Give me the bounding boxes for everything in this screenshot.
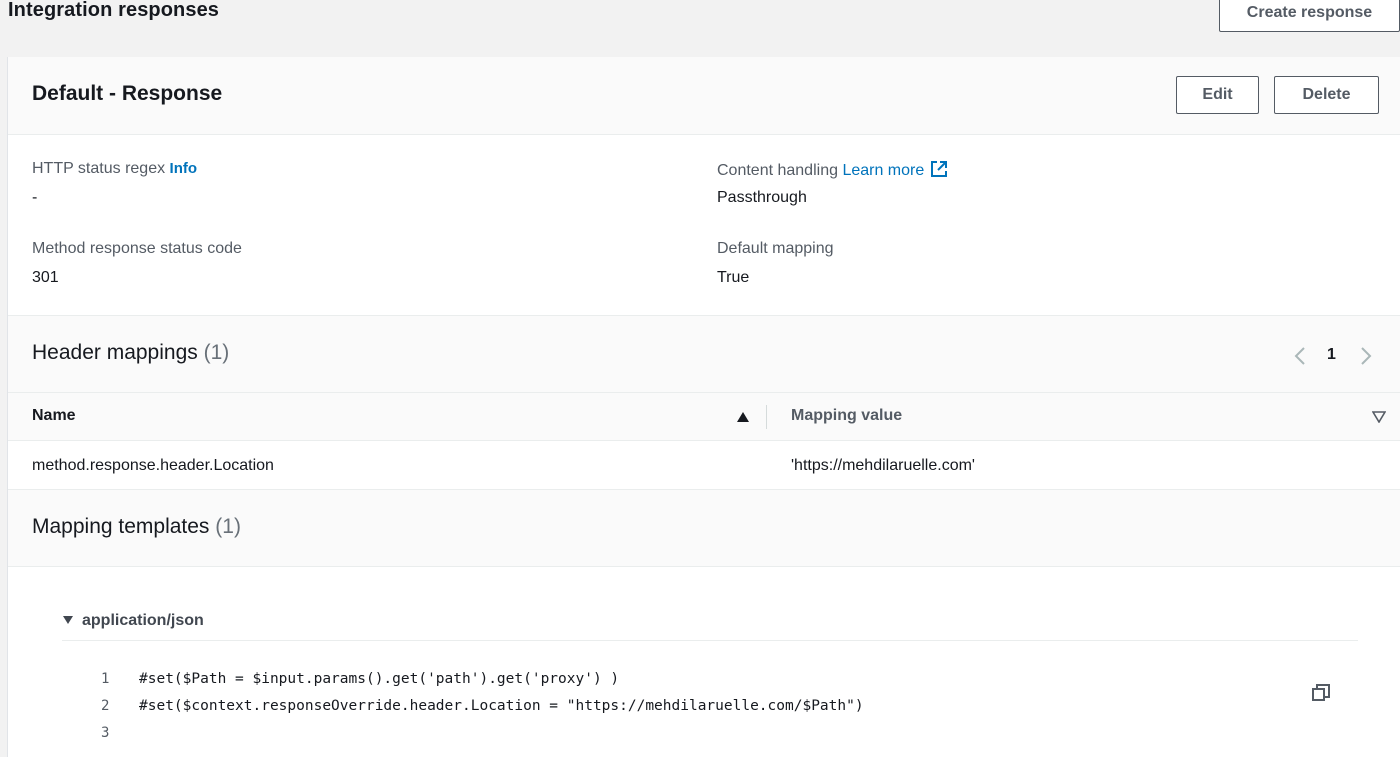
line-number: 2 xyxy=(101,698,110,714)
template-divider xyxy=(62,640,1358,641)
chevron-left-icon[interactable] xyxy=(1292,346,1308,371)
delete-button[interactable]: Delete xyxy=(1274,76,1379,114)
mapping-value-cell: 'https://mehdilaruelle.com' xyxy=(791,457,975,474)
default-mapping-label: Default mapping xyxy=(717,240,834,257)
template-expand-toggle[interactable]: application/json xyxy=(62,612,204,630)
header-mappings-title: Header mappings (1) xyxy=(32,341,230,364)
status-regex-label: HTTP status regex xyxy=(32,160,166,177)
method-status-value: 301 xyxy=(32,269,59,286)
mapping-name-cell: method.response.header.Location xyxy=(32,457,274,474)
copy-icon[interactable] xyxy=(1311,683,1331,708)
external-link-icon xyxy=(930,160,948,183)
edit-button[interactable]: Edit xyxy=(1176,76,1259,114)
create-response-button[interactable]: Create response xyxy=(1219,0,1400,32)
content-handling-field: Content handling Learn more xyxy=(717,160,948,183)
pagination-page[interactable]: 1 xyxy=(1327,346,1336,364)
method-status-label: Method response status code xyxy=(32,240,242,257)
mapping-templates-count: (1) xyxy=(215,515,241,538)
header-mappings-count: (1) xyxy=(203,341,230,364)
column-mapping-value[interactable]: Mapping value xyxy=(791,407,902,425)
content-handling-label: Content handling xyxy=(717,162,838,179)
default-mapping-value: True xyxy=(717,269,750,286)
page-title: Integration responses xyxy=(8,0,220,21)
code-line: #set($context.responseOverride.header.Lo… xyxy=(139,698,864,714)
mapping-templates-title: Mapping templates (1) xyxy=(32,515,241,538)
caret-down-icon xyxy=(62,612,74,630)
column-name[interactable]: Name xyxy=(32,407,76,425)
line-number: 3 xyxy=(101,725,110,741)
status-regex-info-link[interactable]: Info xyxy=(170,160,198,177)
mapping-templates-header: Mapping templates (1) xyxy=(8,489,1400,567)
response-title: Default - Response xyxy=(32,82,223,105)
status-regex-value: - xyxy=(32,189,38,206)
response-card: Default - Response HTTP status regex Inf… xyxy=(7,57,1400,757)
sort-descending-icon[interactable] xyxy=(1371,410,1387,428)
content-handling-value: Passthrough xyxy=(717,189,807,206)
header-mappings-header: Header mappings (1) 1 xyxy=(8,315,1400,393)
template-content-type: application/json xyxy=(82,612,204,629)
header-mappings-table-head: Name Mapping value xyxy=(8,393,1400,441)
line-number: 1 xyxy=(101,671,110,687)
column-divider xyxy=(766,405,767,429)
sort-ascending-icon[interactable] xyxy=(736,410,750,428)
learn-more-link[interactable]: Learn more xyxy=(842,161,948,179)
status-regex-field: HTTP status regex Info xyxy=(32,160,197,178)
chevron-right-icon[interactable] xyxy=(1358,346,1374,371)
code-line: #set($Path = $input.params().get('path')… xyxy=(139,671,620,687)
